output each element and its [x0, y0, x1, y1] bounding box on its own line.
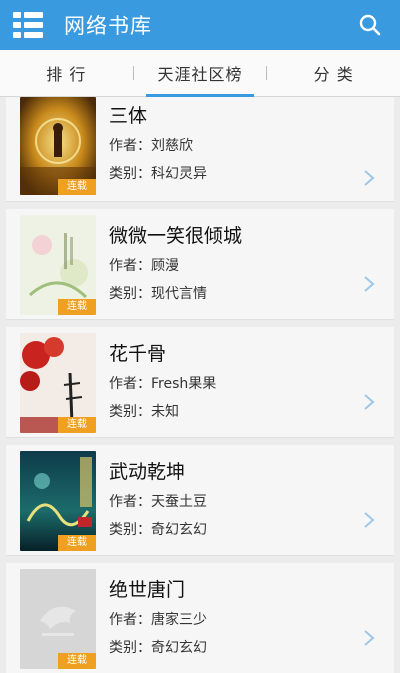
- chevron-right-icon: [364, 512, 375, 528]
- serial-badge: 连载: [58, 535, 96, 551]
- book-item[interactable]: 连载 三体 作者：刘慈欣 类别：科幻灵异: [6, 97, 394, 202]
- book-category: 类别：奇幻玄幻: [109, 522, 207, 538]
- book-author: 作者：刘慈欣: [109, 138, 193, 154]
- app-screen: 网络书库 排 行 天涯社区榜 分 类 连载 三体 作者：刘慈欣 类别：科幻灵异 …: [0, 0, 400, 673]
- book-title: 武动乾坤: [109, 461, 186, 483]
- page-title: 网络书库: [64, 14, 152, 38]
- search-icon: [359, 14, 381, 36]
- book-author: 作者：Fresh果果: [109, 376, 217, 392]
- search-button[interactable]: [340, 0, 400, 50]
- chevron-right-icon: [364, 276, 375, 292]
- book-title: 花千骨: [109, 343, 167, 365]
- book-cover: 连载: [20, 451, 96, 551]
- book-title: 三体: [109, 105, 148, 127]
- app-header: 网络书库: [0, 0, 400, 50]
- menu-button[interactable]: [0, 0, 56, 50]
- serial-badge: 连载: [58, 179, 96, 195]
- book-category: 类别：科幻灵异: [109, 166, 207, 182]
- book-category: 类别：未知: [109, 404, 179, 420]
- book-author: 作者：顾漫: [109, 258, 179, 274]
- chevron-right-icon: [364, 630, 375, 646]
- book-title: 微微一笑很倾城: [109, 225, 243, 247]
- book-cover: 连载: [20, 97, 96, 195]
- book-cover-placeholder: 连载: [20, 569, 96, 669]
- chevron-right-icon: [364, 170, 375, 186]
- book-category: 类别：奇幻玄幻: [109, 640, 207, 656]
- book-author: 作者：唐家三少: [109, 612, 207, 628]
- book-item[interactable]: 连载 花千骨 作者：Fresh果果 类别：未知: [6, 327, 394, 438]
- book-author: 作者：天蚕土豆: [109, 494, 207, 510]
- list-menu-icon: [13, 12, 43, 38]
- book-category: 类别：现代言情: [109, 286, 207, 302]
- book-item[interactable]: 连载 微微一笑很倾城 作者：顾漫 类别：现代言情: [6, 209, 394, 320]
- serial-badge: 连载: [58, 417, 96, 433]
- book-list: 连载 三体 作者：刘慈欣 类别：科幻灵异 连载 微微一笑很倾城 作者：顾漫 类别…: [6, 97, 394, 673]
- serial-badge: 连载: [58, 299, 96, 315]
- tab-ranking[interactable]: 排 行: [0, 50, 133, 96]
- tab-tianya-list[interactable]: 天涯社区榜: [134, 50, 267, 97]
- serial-badge: 连载: [58, 653, 96, 669]
- book-item[interactable]: 连载 武动乾坤 作者：天蚕土豆 类别：奇幻玄幻: [6, 445, 394, 556]
- tab-bar: 排 行 天涯社区榜 分 类: [0, 50, 400, 97]
- chevron-right-icon: [364, 394, 375, 410]
- tab-category[interactable]: 分 类: [267, 50, 400, 96]
- book-item[interactable]: 连载 绝世唐门 作者：唐家三少 类别：奇幻玄幻: [6, 563, 394, 673]
- book-title: 绝世唐门: [109, 579, 186, 601]
- book-cover: 连载: [20, 333, 96, 433]
- book-cover: 连载: [20, 215, 96, 315]
